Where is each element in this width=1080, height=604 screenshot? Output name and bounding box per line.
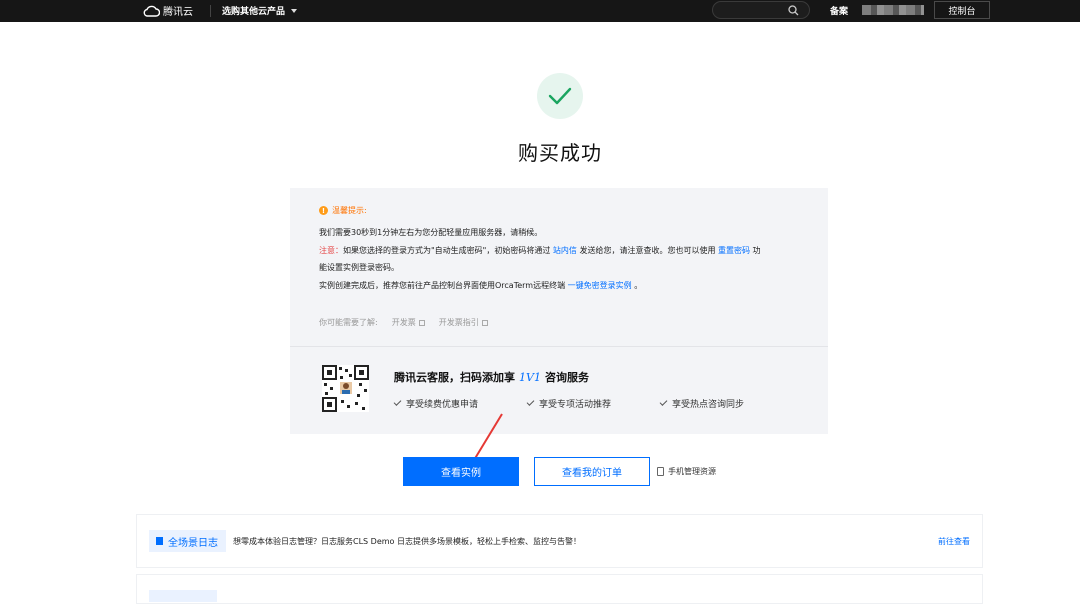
search-input[interactable] — [712, 1, 810, 19]
banner-tag-label: 全场景日志 — [168, 537, 218, 549]
products-menu[interactable]: 选购其他云产品 — [222, 4, 298, 17]
service-title: 腾讯云客服，扫码添加享 1V1 咨询服务 — [394, 369, 589, 385]
view-orders-button[interactable]: 查看我的订单 — [534, 457, 650, 486]
mobile-manage-link[interactable]: 手机管理资源 — [657, 466, 716, 477]
check-icon — [548, 87, 572, 105]
products-menu-label: 选购其他云产品 — [222, 7, 286, 17]
banner-tag — [149, 590, 217, 602]
tips-heading-text: 温馨提示: — [332, 206, 367, 215]
chevron-down-icon — [291, 8, 298, 13]
qr-code — [322, 365, 369, 412]
page-title: 购买成功 — [518, 141, 602, 165]
qr-code-icon — [322, 365, 369, 412]
tips-body: 我们需要30秒到1分钟左右为您分配轻量应用服务器，请稍候。 注意：如果您选择的登… — [319, 224, 809, 294]
tips-line-1: 我们需要30秒到1分钟左右为您分配轻量应用服务器，请稍候。 — [319, 228, 543, 237]
external-link-icon — [418, 319, 425, 326]
invoice-guide-link[interactable]: 开发票指引 — [439, 317, 488, 328]
benefit-label: 享受专项活动推荐 — [539, 400, 612, 410]
tips-heading: ! 温馨提示: — [319, 205, 367, 216]
cloud-logo-icon — [143, 5, 160, 17]
banner-tag: 全场景日志 — [149, 530, 226, 552]
card-divider — [290, 346, 828, 347]
check-icon — [526, 398, 535, 406]
view-instance-button[interactable]: 查看实例 — [403, 457, 519, 486]
account-name-masked[interactable] — [862, 5, 924, 15]
tips-line-3: 能设置实例登录密码。 — [319, 263, 399, 272]
inbox-link[interactable]: 站内信 — [553, 246, 577, 255]
success-check-icon — [537, 73, 583, 119]
banner-link[interactable]: 前往查看 — [938, 536, 970, 547]
topbar-divider — [210, 5, 211, 17]
second-banner — [136, 574, 983, 604]
benefits-list: 享受续费优惠申请 享受专项活动推荐 享受热点咨询同步 — [393, 397, 793, 410]
service-title-a: 腾讯云客服，扫码添加享 — [394, 371, 515, 384]
one-on-one-badge: 1V1 — [519, 370, 541, 384]
benefit-item: 享受热点咨询同步 — [659, 397, 793, 410]
line4-text: 实例创建完成后，推荐您前往产品控制台界面使用OrcaTerm远程终端 — [319, 280, 566, 290]
note-text-b: 发送给您，请注意查收。您也可以使用 — [579, 245, 716, 255]
service-title-b: 咨询服务 — [544, 371, 589, 384]
tips-line-2: 注意：如果您选择的登录方式为"自动生成密码"，初始密码将通过 站内信 发送给您，… — [319, 242, 809, 260]
benefit-label: 享受热点咨询同步 — [672, 400, 745, 410]
invoice-link[interactable]: 开发票 — [392, 317, 425, 328]
check-icon — [659, 398, 668, 406]
invoice-link-label: 开发票 — [391, 318, 416, 327]
tencent-cloud-logo[interactable]: 腾讯云 — [143, 3, 193, 18]
benefit-item: 享受专项活动推荐 — [526, 397, 660, 410]
benefit-label: 享受续费优惠申请 — [406, 400, 479, 410]
check-icon — [393, 398, 402, 406]
search-icon — [788, 5, 799, 16]
warning-icon: ! — [319, 206, 328, 215]
tips-line-4: 实例创建完成后，推荐您前往产品控制台界面使用OrcaTerm远程终端 一键免密登… — [319, 277, 809, 295]
note-text-a: 如果您选择的登录方式为"自动生成密码"，初始密码将通过 — [343, 245, 551, 255]
mobile-phone-icon — [657, 467, 664, 476]
reset-password-link[interactable]: 重置密码 — [718, 246, 750, 255]
brand-name: 腾讯云 — [163, 7, 193, 18]
line4-end: 。 — [634, 280, 643, 290]
note-label: 注意： — [319, 245, 343, 255]
mobile-manage-label: 手机管理资源 — [668, 467, 716, 476]
learn-more-label: 你可能需要了解: — [319, 318, 378, 327]
console-button[interactable]: 控制台 — [934, 1, 990, 19]
banner-text: 想零成本体验日志管理？日志服务CLS Demo 日志提供多场景模板，轻松上手检索… — [233, 537, 581, 546]
document-icon — [156, 537, 163, 545]
invoice-guide-link-label: 开发票指引 — [438, 318, 479, 327]
purchase-info-card: ! 温馨提示: 我们需要30秒到1分钟左右为您分配轻量应用服务器，请稍候。 注意… — [290, 188, 828, 434]
external-link-icon — [481, 319, 488, 326]
learn-more-row: 你可能需要了解: 开发票 开发票指引 — [319, 317, 488, 328]
beian-link[interactable]: 备案 — [830, 4, 848, 17]
log-service-banner: 全场景日志 想零成本体验日志管理？日志服务CLS Demo 日志提供多场景模板，… — [136, 514, 983, 568]
one-click-login-link[interactable]: 一键免密登录实例 — [568, 281, 632, 290]
top-navigation-bar: 腾讯云 选购其他云产品 备案 控制台 — [0, 0, 1080, 22]
benefit-item: 享受续费优惠申请 — [393, 397, 527, 410]
note-text-c: 功 — [752, 245, 761, 255]
